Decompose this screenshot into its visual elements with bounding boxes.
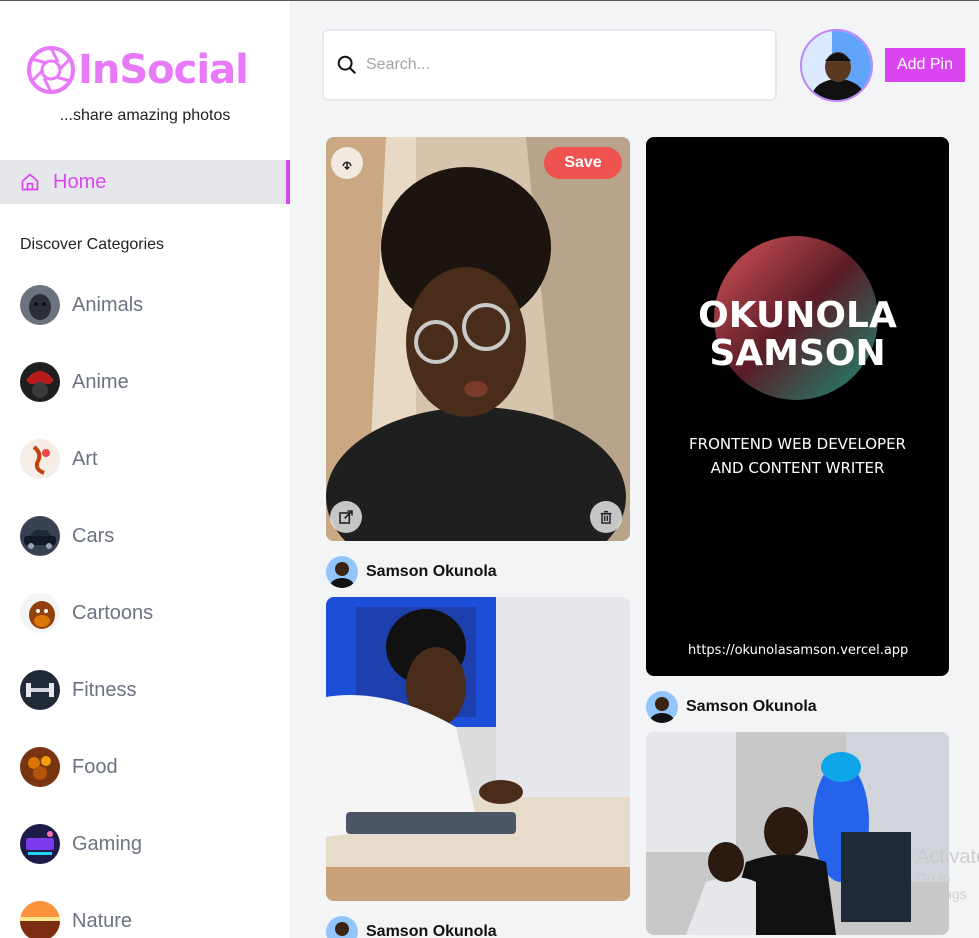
author-avatar xyxy=(646,691,678,723)
sidebar-item-label: Cartoons xyxy=(72,601,154,624)
sidebar-item-label: Nature xyxy=(72,909,133,932)
camera-shutter-icon xyxy=(27,46,75,94)
search-icon xyxy=(337,55,356,74)
sidebar-item-fitness[interactable]: Fitness xyxy=(20,670,136,710)
discover-heading: Discover Categories xyxy=(20,236,165,253)
activation-watermark-sub: Go to Settings xyxy=(916,870,967,902)
poster-title-line1: OKUNOLA xyxy=(698,295,897,336)
pin-image[interactable] xyxy=(326,597,630,901)
pin-author[interactable]: Samson Okunola xyxy=(646,691,817,723)
download-icon[interactable] xyxy=(331,147,363,179)
sidebar-item-gaming[interactable]: Gaming xyxy=(20,824,142,864)
sidebar-item-cartoons[interactable]: Cartoons xyxy=(20,593,153,633)
author-name: Samson Okunola xyxy=(686,698,817,715)
pin-image[interactable] xyxy=(646,732,949,935)
search-bar[interactable] xyxy=(322,29,777,101)
poster-title-line2: SAMSON xyxy=(709,333,886,374)
category-avatar xyxy=(20,362,60,402)
add-pin-button[interactable]: Add Pin xyxy=(885,48,965,82)
category-avatar xyxy=(20,516,60,556)
category-avatar xyxy=(20,593,60,633)
user-avatar[interactable] xyxy=(800,29,873,102)
category-avatar xyxy=(20,747,60,787)
sidebar-item-animals[interactable]: Animals xyxy=(20,285,143,325)
author-name: Samson Okunola xyxy=(366,563,497,580)
category-avatar xyxy=(20,670,60,710)
external-link-icon[interactable] xyxy=(330,501,362,533)
sidebar-item-anime[interactable]: Anime xyxy=(20,362,129,402)
sidebar-item-cars[interactable]: Cars xyxy=(20,516,114,556)
category-avatar xyxy=(20,824,60,864)
pin-image[interactable]: OKUNOLA SAMSON FRONTEND WEB DEVELOPER AN… xyxy=(646,137,949,676)
sidebar-item-label: Animals xyxy=(72,293,144,316)
search-input[interactable] xyxy=(366,56,746,74)
sidebar-item-label: Home xyxy=(53,170,107,193)
sidebar-item-label: Anime xyxy=(72,370,129,393)
logo[interactable]: InSocial xyxy=(26,45,249,95)
poster-subtitle-line2: AND CONTENT WRITER xyxy=(710,459,885,477)
home-icon xyxy=(21,173,39,191)
pin-author[interactable]: Samson Okunola xyxy=(326,556,497,588)
sidebar-item-food[interactable]: Food xyxy=(20,747,118,787)
sidebar-item-art[interactable]: Art xyxy=(20,439,98,479)
author-avatar xyxy=(326,916,358,938)
logo-text: InSocial xyxy=(78,47,249,93)
poster-subtitle-line1: FRONTEND WEB DEVELOPER xyxy=(689,435,906,453)
sidebar-item-label: Gaming xyxy=(72,832,143,855)
sidebar-item-label: Food xyxy=(72,755,118,778)
tagline: ...share amazing photos xyxy=(59,107,231,124)
pin-author[interactable]: Samson Okunola xyxy=(326,916,497,938)
author-name: Samson Okunola xyxy=(366,923,497,938)
sidebar-item-label: Art xyxy=(72,447,98,470)
save-button[interactable]: Save xyxy=(544,147,622,179)
delete-icon[interactable] xyxy=(590,501,622,533)
sidebar: InSocial ...share amazing photos Home Di… xyxy=(0,1,290,938)
activation-watermark: Activate xyxy=(916,846,979,868)
category-avatar xyxy=(20,901,60,938)
sidebar-item-home[interactable]: Home xyxy=(0,160,290,204)
sidebar-item-nature[interactable]: Nature xyxy=(20,901,132,938)
poster-url: https://okunolasamson.vercel.app xyxy=(688,643,909,658)
author-avatar xyxy=(326,556,358,588)
category-avatar xyxy=(20,439,60,479)
category-avatar xyxy=(20,285,60,325)
pin-image[interactable] xyxy=(326,137,630,541)
sidebar-item-label: Cars xyxy=(72,524,115,547)
sidebar-item-label: Fitness xyxy=(72,678,137,701)
